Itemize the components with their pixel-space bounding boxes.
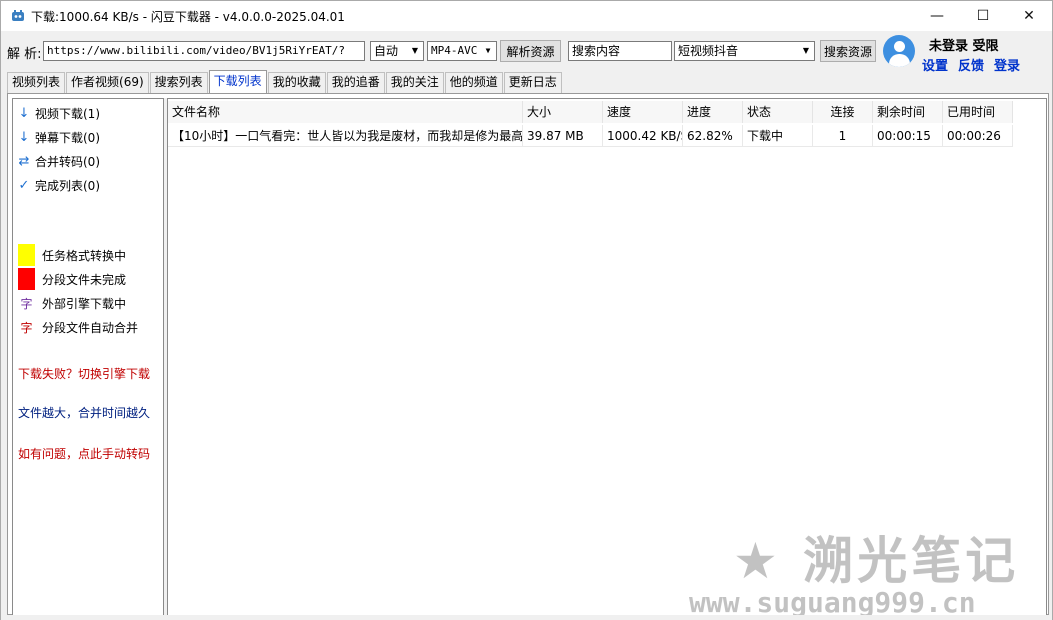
login-link[interactable]: 登录 <box>994 55 1020 74</box>
column-header-size[interactable]: 大小 <box>523 101 603 123</box>
red-swatch <box>18 268 35 290</box>
cell-name: 【10小时】一口气看完：世人皆以为我是废材，而我却是修为最高 <box>168 125 523 147</box>
tab-changelog[interactable]: 更新日志 <box>503 72 562 93</box>
tip-manual-transcode[interactable]: 如有问题，点此手动转码 <box>18 445 150 462</box>
feedback-link[interactable]: 反馈 <box>958 55 984 74</box>
chevron-down-icon: ▼ <box>407 42 423 60</box>
app-logo-icon <box>12 10 24 21</box>
cell-status: 下载中 <box>743 125 813 147</box>
column-header-progress[interactable]: 进度 <box>683 101 743 123</box>
format-select-value: MP4-AVC <box>431 44 478 57</box>
cell-progress: 62.82% <box>683 125 743 147</box>
tab-following[interactable]: 我的关注 <box>385 72 444 93</box>
category-panel: ↓ 视频下载(1) ↓ 弹幕下载(0) ⇄ 合并转码(0) ✓ 完成列表(0) … <box>12 98 164 615</box>
app-window: 下载:1000.64 KB/s - 闪豆下载器 - v4.0.0.0-2025.… <box>0 0 1053 620</box>
cell-speed: 1000.42 KB/S <box>603 125 683 147</box>
legend-label: 任务格式转换中 <box>42 248 127 263</box>
quality-select[interactable]: 自动 ▼ <box>370 41 424 61</box>
legend-auto-merge: 字 分段文件自动合并 <box>18 316 138 338</box>
parse-label: 解 析: <box>7 47 42 62</box>
cell-size: 39.87 MB <box>523 125 603 147</box>
yellow-swatch <box>18 244 35 266</box>
column-header-elapsed[interactable]: 已用时间 <box>943 101 1013 123</box>
user-links: 设置 反馈 登录 <box>922 55 1020 74</box>
checkmark-icon: ✓ <box>18 177 30 193</box>
watermark-title: ★ 溯光笔记 <box>733 532 1020 590</box>
legend-external-engine: 字 外部引擎下载中 <box>18 292 126 314</box>
tab-video-list[interactable]: 视频列表 <box>7 72 66 93</box>
legend-label: 分段文件未完成 <box>42 272 127 287</box>
cell-elapsed: 00:00:26 <box>943 125 1013 147</box>
grid-header: 文件名称 大小 速度 进度 状态 连接 剩余时间 已用时间 <box>168 101 1013 123</box>
arrow-down-icon: ↓ <box>18 105 30 121</box>
platform-select-value: 短视频抖音 <box>678 44 739 58</box>
tab-author-videos[interactable]: 作者视频(69) <box>66 72 149 93</box>
column-header-remaining[interactable]: 剩余时间 <box>873 101 943 123</box>
table-row[interactable]: 【10小时】一口气看完：世人皆以为我是废材，而我却是修为最高 39.87 MB … <box>168 125 1013 147</box>
tab-favorites[interactable]: 我的收藏 <box>267 72 326 93</box>
column-header-speed[interactable]: 速度 <box>603 101 683 123</box>
quality-select-value: 自动 <box>374 44 399 58</box>
close-button[interactable]: ✕ <box>1006 1 1052 31</box>
window-bottom-edge <box>1 615 1052 620</box>
tip-merge-time: 文件越大，合并时间越久 <box>18 406 151 420</box>
main-tabs: 视频列表 作者视频(69) 搜索列表 下载列表 我的收藏 我的追番 我的关注 他… <box>7 70 563 93</box>
red-char-icon: 字 <box>20 320 33 335</box>
sidebar-item-label: 合并转码(0) <box>35 154 100 169</box>
avatar[interactable] <box>883 35 915 67</box>
platform-select[interactable]: 短视频抖音 ▼ <box>674 41 815 61</box>
sidebar-item-completed[interactable]: ✓ 完成列表(0) <box>17 175 100 195</box>
tab-bangumi[interactable]: 我的追番 <box>326 72 385 93</box>
sidebar-item-danmaku-download[interactable]: ↓ 弹幕下载(0) <box>17 127 100 147</box>
avatar-head-shape <box>894 41 905 52</box>
format-select[interactable]: MP4-AVC ▼ <box>427 41 497 61</box>
arrow-down-icon: ↓ <box>18 129 30 145</box>
search-input[interactable]: 搜索内容 <box>568 41 672 61</box>
chevron-down-icon: ▼ <box>798 42 814 60</box>
sidebar-item-label: 视频下载(1) <box>35 106 100 121</box>
cell-remaining: 00:00:15 <box>873 125 943 147</box>
legend-converting: 任务格式转换中 <box>18 244 126 266</box>
column-header-connections[interactable]: 连接 <box>813 101 873 123</box>
search-button[interactable]: 搜索资源 <box>820 40 876 62</box>
tab-download-list[interactable]: 下载列表 <box>208 70 267 93</box>
tip-switch-engine[interactable]: 下载失败？切换引擎下载 <box>18 365 150 382</box>
parse-button[interactable]: 解析资源 <box>500 40 561 62</box>
title-bar: 下载:1000.64 KB/s - 闪豆下载器 - v4.0.0.0-2025.… <box>1 1 1052 31</box>
cell-connections: 1 <box>813 125 873 147</box>
swap-icon: ⇄ <box>18 153 30 169</box>
login-status: 未登录 受限 <box>929 39 999 54</box>
sidebar-item-label: 完成列表(0) <box>35 178 100 193</box>
tab-search-list[interactable]: 搜索列表 <box>149 72 208 93</box>
sidebar-item-merge-transcode[interactable]: ⇄ 合并转码(0) <box>17 151 100 171</box>
column-header-name[interactable]: 文件名称 <box>168 101 523 123</box>
avatar-body-shape <box>889 54 910 67</box>
column-header-status[interactable]: 状态 <box>743 101 813 123</box>
sidebar-item-label: 弹幕下载(0) <box>35 130 100 145</box>
settings-link[interactable]: 设置 <box>922 55 948 74</box>
url-input[interactable]: https://www.bilibili.com/video/BV1j5RiYr… <box>43 41 365 61</box>
minimize-button[interactable]: — <box>914 1 960 31</box>
legend-label: 外部引擎下载中 <box>42 296 127 311</box>
sidebar-item-video-download[interactable]: ↓ 视频下载(1) <box>17 103 100 123</box>
legend-incomplete: 分段文件未完成 <box>18 268 126 290</box>
chevron-down-icon: ▼ <box>480 42 496 60</box>
legend-label: 分段文件自动合并 <box>42 320 139 335</box>
tab-his-channel[interactable]: 他的频道 <box>444 72 503 93</box>
purple-char-icon: 字 <box>20 296 33 311</box>
window-title: 下载:1000.64 KB/s - 闪豆下载器 - v4.0.0.0-2025.… <box>31 9 345 24</box>
maximize-button[interactable]: ☐ <box>960 1 1006 31</box>
